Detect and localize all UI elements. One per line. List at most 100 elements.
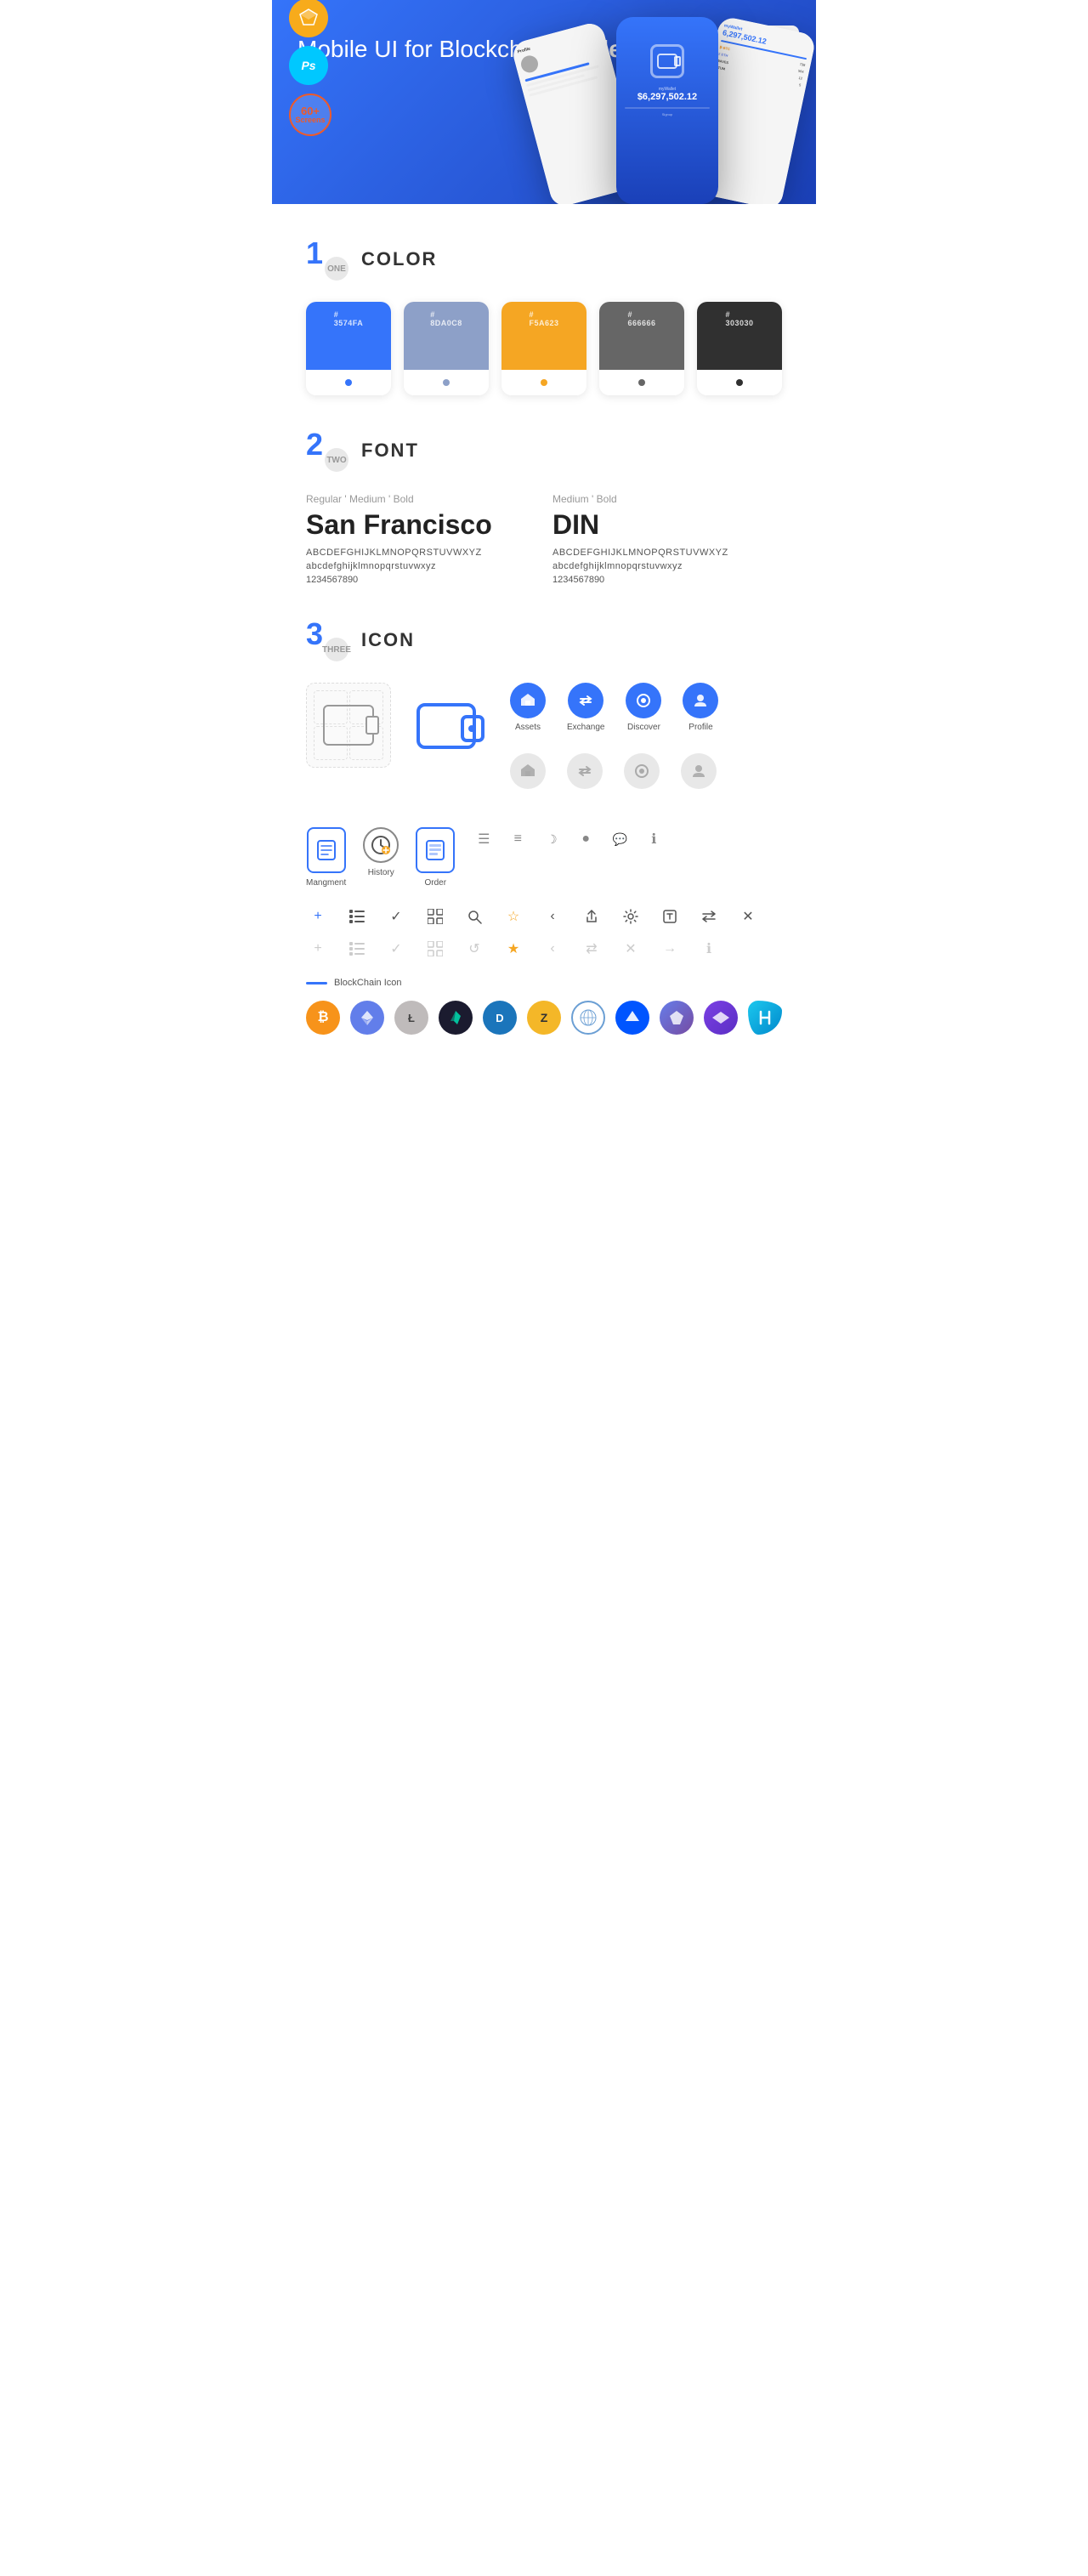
font-grid: Regular ' Medium ' Bold San Francisco AB… [306,493,782,585]
upload-icon [658,905,682,928]
hero-badges: Ps 60+ Screens [289,0,332,136]
sf-uppercase: ABCDEFGHIJKLMNOPQRSTUVWXYZ [306,548,536,558]
crypto-icon-matic [704,1001,738,1035]
exchange-gray-svg [576,763,593,780]
management-icon-svg [316,839,337,861]
icon-section-header: 3 THREE ICON [306,619,782,661]
din-font-name: DIN [552,509,782,541]
color-bottom-dark [697,370,782,395]
icon-guide-box [306,683,391,768]
color-swatch-gray-blue: #8DA0C8 [404,302,489,395]
icon-number-word: THREE [325,638,348,661]
eth-svg [359,1009,376,1026]
list-icon [345,905,369,928]
grid-icon-gray [423,937,447,961]
color-swatch-blue: #3574FA [306,302,391,395]
search-icon [462,905,486,928]
din-lowercase: abcdefghijklmnopqrstuvwxyz [552,561,782,571]
arrow-right-icon-gray: → [658,937,682,961]
crypto-icon-hbar [748,1001,782,1035]
color-section-number: 1 ONE [306,238,348,281]
phone-mockups-area: Profile myWallet $6,297,502.12 [514,17,808,204]
wallet-filled-svg [416,698,484,753]
sketch-badge [289,0,328,37]
font-section-number: 2 TWO [306,429,348,472]
refresh-icon-gray: ↺ [462,937,486,961]
nav-icon-exchange-gray [567,753,603,789]
color-swatches-container: #3574FA #8DA0C8 #F5A623 [306,302,782,395]
exchange-icon-svg [577,692,594,709]
swap-icon [697,905,721,928]
crypto-icons-row: ₿ Ł D Z [306,1001,782,1035]
phone-mockup-2: myWallet $6,297,502.12 Signup [616,17,718,204]
color-hex-grayblue: #8DA0C8 [430,310,462,327]
close-icon: ✕ [736,905,760,928]
font-number-big: 2 [306,427,323,462]
discover-icon-svg [635,692,652,709]
star-filled-icon-gold: ★ [502,937,525,961]
nav-icon-exchange: Exchange [567,683,604,732]
color-swatch-dark: #303030 [697,302,782,395]
app-icon-management: Mangment [306,827,346,888]
matic-svg [712,1012,729,1024]
font-section-title: FONT [361,440,419,462]
profile-icon-circle [683,683,718,718]
color-bottom-grayblue [404,370,489,395]
order-label: Order [424,878,446,888]
star-icon: ☆ [502,905,525,928]
waves-svg [623,1008,642,1027]
plus-icon: + [306,905,330,928]
nav-icons-filled-row: Assets Exchange Discover [510,683,718,732]
crypto-icon-zcash: Z [527,1001,561,1035]
arrows-icon-gray: ⇄ [580,937,604,961]
screens-badge: 60+ Screens [289,94,332,136]
color-swatch-orange: #F5A623 [502,302,586,395]
utility-icons-row-1: + ✓ ☆ ‹ ✕ [306,905,782,928]
sf-numbers: 1234567890 [306,575,536,585]
x-icon-gray: ✕ [619,937,643,961]
management-label: Mangment [306,878,346,888]
nav-icons-group: Assets Exchange Discover [510,683,718,802]
utility-icons-row-2: + ✓ ↺ ★ ‹ ⇄ ✕ → ℹ [306,937,782,961]
sf-font-name: San Francisco [306,509,536,541]
discover-icon-circle [626,683,661,718]
layers-icon: ≡ [506,827,530,851]
crypto-icon-gem [660,1001,694,1035]
message-icon: ☰ [472,827,496,851]
moon-icon: ☽ [540,827,564,851]
assets-gray-circle [510,753,546,789]
nav-icon-discover: Discover [626,683,661,732]
grid-icon [423,905,447,928]
chevron-left-icon: ‹ [541,905,564,928]
hero-section: Mobile UI for Blockchain Wallet UI Kit P… [272,0,816,204]
color-number-word: ONE [325,257,348,281]
share-icon [580,905,604,928]
color-number-big: 1 [306,235,323,270]
blockchain-label-text: BlockChain Icon [334,978,402,988]
din-uppercase: ABCDEFGHIJKLMNOPQRSTUVWXYZ [552,548,782,558]
chevron-left-icon-gray: ‹ [541,937,564,961]
color-hex-dark: #303030 [725,310,753,327]
nav-icon-assets-gray [510,753,546,789]
crypto-icon-waves [615,1001,649,1035]
crypto-icon-eth [350,1001,384,1035]
icon-number-big: 3 [306,616,323,651]
font-block-din: Medium ' Bold DIN ABCDEFGHIJKLMNOPQRSTUV… [552,493,782,585]
icon-section-number: 3 THREE [306,619,348,661]
color-dot-grayblue [443,379,450,386]
nav-icons-gray-row [510,753,718,789]
app-icon-order: Order [416,827,455,888]
color-hex-blue: #3574FA [334,310,364,327]
history-icon-circle [363,827,399,863]
color-section: 1 ONE COLOR #3574FA #8DA0C8 [306,238,782,395]
exchange-gray-circle [567,753,603,789]
profile-label: Profile [688,723,712,732]
profile-icon-svg [692,692,709,709]
exchange-icon-circle [568,683,604,718]
check-icon-gray: ✓ [384,937,408,961]
blockchain-label-row: BlockChain Icon [306,978,782,988]
color-hex-orange: #F5A623 [529,310,558,327]
settings-icon [619,905,643,928]
history-label: History [368,868,394,877]
sf-lowercase: abcdefghijklmnopqrstuvwxyz [306,561,536,571]
